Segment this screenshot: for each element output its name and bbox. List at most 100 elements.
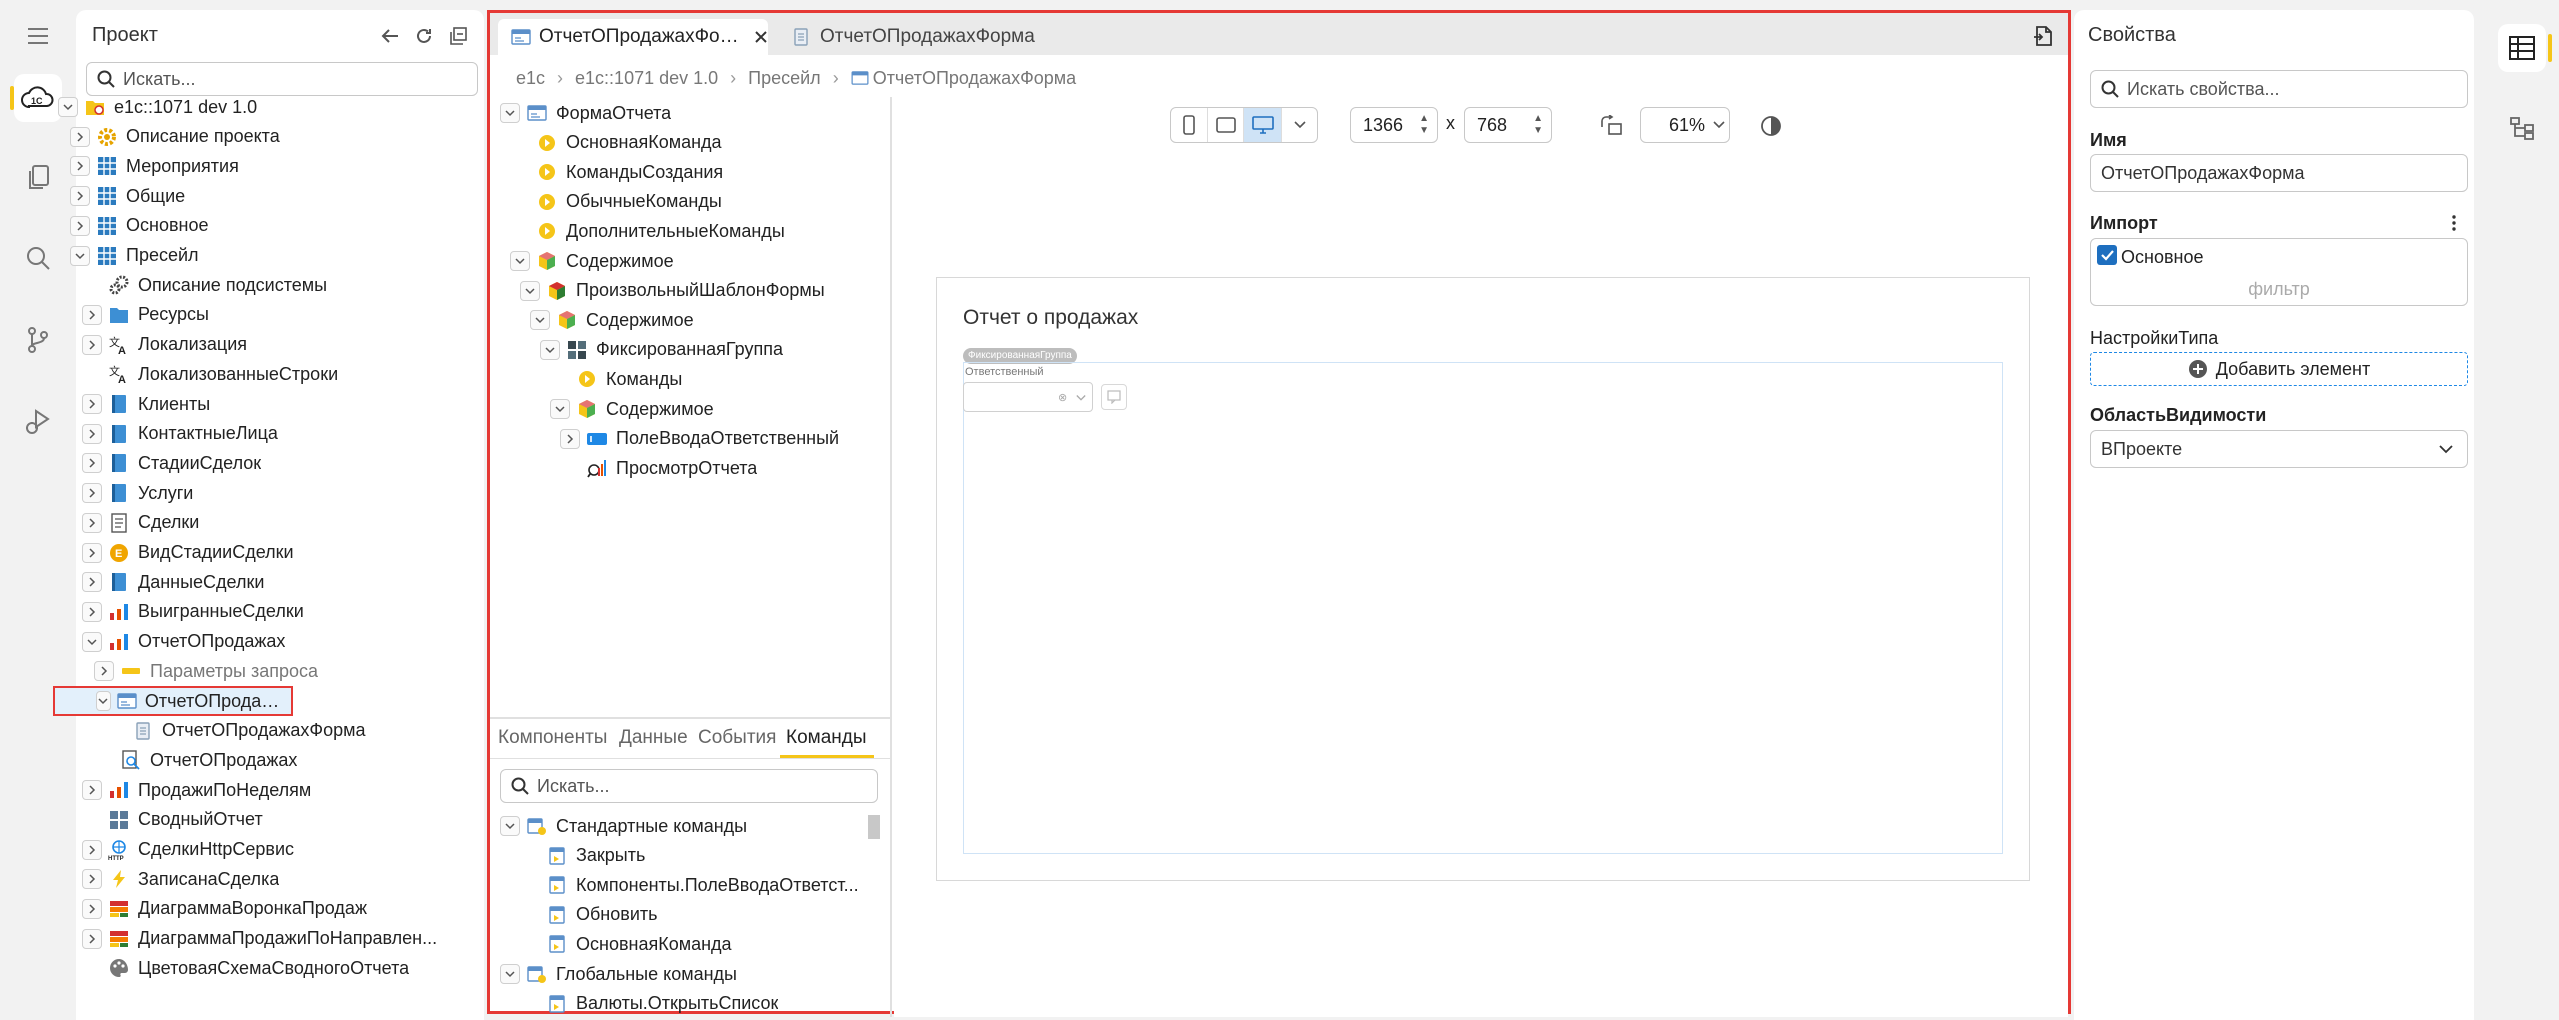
chevron-right-icon[interactable] xyxy=(560,428,580,449)
project-tree-item[interactable]: HTTP СделкиHttpСервис xyxy=(82,835,294,865)
chevron-right-icon[interactable] xyxy=(82,483,102,504)
command-item[interactable]: Валюты.ОткрытьСписок xyxy=(520,989,778,1019)
project-tree-item[interactable]: Сделки xyxy=(82,508,199,538)
tab-report-form-active[interactable]: ОтчетОПродажахФорма xyxy=(498,19,768,55)
chevron-right-icon[interactable] xyxy=(82,601,102,622)
structure-item[interactable]: Содержимое xyxy=(510,246,674,276)
structure-item[interactable]: ФормаОтчета xyxy=(500,98,671,128)
chevron-right-icon[interactable] xyxy=(82,423,102,444)
source-control-icon[interactable] xyxy=(14,316,62,364)
more-vertical-icon[interactable] xyxy=(2446,212,2462,234)
search-icon[interactable] xyxy=(14,234,62,282)
chevron-down-icon[interactable] xyxy=(550,399,570,419)
hierarchy-icon[interactable] xyxy=(2498,104,2546,152)
chevron-down-icon[interactable] xyxy=(510,251,530,271)
tab-commands[interactable]: Команды xyxy=(786,727,867,749)
command-item[interactable]: Закрыть xyxy=(520,841,645,871)
chevron-right-icon[interactable] xyxy=(82,512,102,533)
chevron-right-icon[interactable] xyxy=(82,304,102,325)
chevron-right-icon[interactable] xyxy=(82,572,102,593)
project-tree-item[interactable]: СтадииСделок xyxy=(82,448,261,478)
table-properties-icon[interactable] xyxy=(2498,24,2552,72)
breadcrumb-item[interactable]: ОтчетОПродажахФорма xyxy=(873,68,1077,89)
project-tree-item[interactable]: Услуги xyxy=(82,478,193,508)
project-tree-item[interactable]: Параметры запроса xyxy=(94,656,318,686)
structure-item[interactable]: Команды xyxy=(550,364,682,394)
chevron-right-icon[interactable] xyxy=(82,453,102,474)
project-tree-item[interactable]: E ВидСтадииСделки xyxy=(82,538,294,568)
scrollbar-thumb[interactable] xyxy=(868,815,880,839)
rotate-icon[interactable] xyxy=(1598,113,1624,139)
open-source-icon[interactable] xyxy=(2030,23,2056,49)
chevron-down-icon[interactable] xyxy=(540,339,560,360)
project-tree-item[interactable]: ВыигранныеСделки xyxy=(82,597,304,627)
filter-placeholder[interactable]: фильтр xyxy=(2091,279,2467,300)
project-tree-item[interactable]: СводныйОтчет xyxy=(82,805,263,835)
project-tree-item[interactable]: Описание проекта xyxy=(70,122,280,152)
add-element-button[interactable]: Добавить элемент xyxy=(2090,352,2468,386)
structure-item[interactable]: ОсновнаяКоманда xyxy=(510,128,722,158)
command-item[interactable]: Стандартные команды xyxy=(500,811,747,841)
chevron-right-icon[interactable] xyxy=(70,156,90,177)
chevron-down-icon[interactable] xyxy=(1076,389,1086,407)
stepper-icon[interactable]: ▲ ▼ xyxy=(1533,113,1543,137)
back-arrow-icon[interactable] xyxy=(378,24,402,48)
properties-search-input[interactable]: Искать свойства... xyxy=(2090,70,2468,108)
tab-data[interactable]: Данные xyxy=(619,727,688,749)
menu-icon[interactable] xyxy=(14,12,62,60)
tab-events[interactable]: События xyxy=(698,727,776,749)
project-tree-item[interactable]: ОтчетОПродажах xyxy=(94,745,297,775)
project-tree-item[interactable]: ДанныеСделки xyxy=(82,567,264,597)
chevron-right-icon[interactable] xyxy=(70,126,90,147)
chevron-right-icon[interactable] xyxy=(82,839,102,860)
chevron-down-icon[interactable] xyxy=(500,816,520,836)
project-tree-item[interactable]: Ресурсы xyxy=(82,300,209,330)
structure-item[interactable]: КомандыСоздания xyxy=(510,157,723,187)
project-tree-item[interactable]: ДиаграммаВоронкаПродаж xyxy=(82,894,367,924)
name-input[interactable]: ОтчетОПродажахФорма xyxy=(2090,154,2468,192)
clear-icon[interactable]: ⊗ xyxy=(1058,391,1067,404)
collapse-all-icon[interactable] xyxy=(446,24,470,48)
commands-search-input[interactable]: Искать... xyxy=(500,769,878,803)
project-tree-item[interactable]: 文 A Локализация xyxy=(82,330,247,360)
responsible-input[interactable]: ⊗ xyxy=(963,382,1093,412)
project-tree-item[interactable]: ЗаписанаСделка xyxy=(82,864,279,894)
chevron-down-icon[interactable] xyxy=(500,964,520,984)
chevron-right-icon[interactable] xyxy=(82,542,102,563)
project-tree-item[interactable]: ЦветоваяСхемаСводногоОтчета xyxy=(82,953,409,983)
structure-item[interactable]: ДополнительныеКоманды xyxy=(510,216,785,246)
project-tree-item[interactable]: 文 A ЛокализованныеСтроки xyxy=(82,359,338,389)
command-item[interactable]: Компоненты.ПолеВводаОтветст... xyxy=(520,870,859,900)
chevron-right-icon[interactable] xyxy=(82,898,102,919)
project-tree-item[interactable]: ОтчетОПродажахФорма xyxy=(106,716,366,746)
contrast-icon[interactable] xyxy=(1758,113,1784,139)
project-tree-item[interactable]: e1c::1071 dev 1.0 xyxy=(58,92,257,122)
breadcrumb-item[interactable]: e1c::1071 dev 1.0 xyxy=(575,68,718,89)
fixed-group-frame[interactable] xyxy=(963,362,2003,854)
phone-icon[interactable] xyxy=(1171,108,1207,142)
chevron-right-icon[interactable] xyxy=(82,780,102,801)
tab-components[interactable]: Компоненты xyxy=(498,727,607,749)
project-tree-item[interactable]: ДиаграммаПродажиПоНаправлен... xyxy=(82,924,437,954)
chevron-down-icon[interactable] xyxy=(58,97,78,117)
command-item[interactable]: ОсновнаяКоманда xyxy=(520,929,732,959)
width-input[interactable]: 1366 ▲ ▼ xyxy=(1350,107,1438,143)
command-item[interactable]: Обновить xyxy=(520,900,658,930)
chevron-right-icon[interactable] xyxy=(82,334,102,355)
chevron-down-icon[interactable] xyxy=(520,280,540,301)
chevron-down-icon[interactable] xyxy=(530,310,550,331)
structure-item[interactable]: Содержимое xyxy=(530,305,694,335)
project-tree-item[interactable]: ПродажиПоНеделям xyxy=(82,775,311,805)
refresh-icon[interactable] xyxy=(412,24,436,48)
project-search-input[interactable]: Искать... xyxy=(86,62,478,96)
checkbox[interactable] xyxy=(2097,245,2117,265)
project-tree-item[interactable]: КонтактныеЛица xyxy=(82,419,278,449)
structure-item[interactable]: ФиксированнаяГруппа xyxy=(540,335,783,365)
desktop-icon[interactable] xyxy=(1243,108,1281,142)
tab-report-form-page[interactable]: ОтчетОПродажахФорма xyxy=(778,19,1038,55)
chevron-down-icon[interactable] xyxy=(96,691,111,711)
project-tree-item-selected[interactable]: ОтчетОПродажахФорма xyxy=(53,686,293,716)
project-tree-item[interactable]: Описание подсистемы xyxy=(82,270,327,300)
structure-item[interactable]: ПолеВводаОтветственный xyxy=(560,424,839,454)
chevron-down-icon[interactable] xyxy=(500,103,520,123)
